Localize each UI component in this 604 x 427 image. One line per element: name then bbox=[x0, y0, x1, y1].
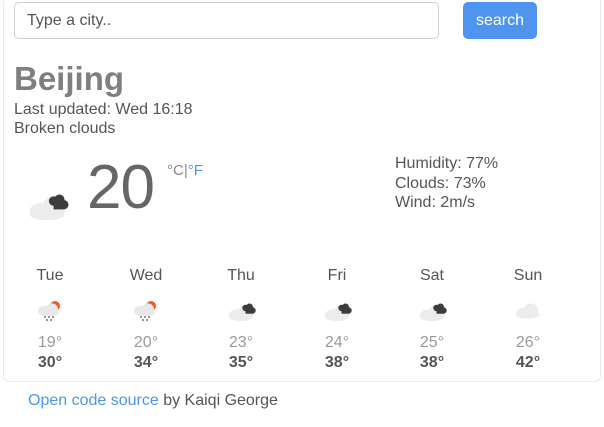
broken-clouds-icon bbox=[229, 303, 256, 321]
clouds-text: Clouds: 73% bbox=[395, 174, 486, 192]
fahrenheit-toggle[interactable]: °F bbox=[188, 162, 203, 179]
forecast-day-name: Sat bbox=[419, 267, 444, 284]
forecast-max-temp: 38° bbox=[324, 354, 350, 371]
rain-icon bbox=[38, 301, 60, 321]
forecast-min-temp: 19° bbox=[37, 334, 63, 351]
forecast-min-temp: 20° bbox=[133, 334, 159, 351]
forecast-day-name: Tue bbox=[36, 267, 64, 284]
forecast-day: Thu 23° 35° bbox=[206, 266, 276, 373]
celsius-toggle[interactable]: °C bbox=[167, 162, 184, 179]
footer: Open code source by Kaiqi George bbox=[28, 391, 278, 411]
broken-clouds-icon bbox=[325, 303, 352, 321]
last-updated-text: Last updated: Wed 16:18 bbox=[14, 101, 193, 118]
forecast-max-temp: 42° bbox=[515, 354, 541, 371]
forecast-min-temp: 25° bbox=[419, 334, 445, 351]
current-temperature: 20 bbox=[87, 153, 155, 222]
forecast-day: Sun 26° 42° bbox=[493, 266, 563, 373]
forecast-day: Tue 19° 30° bbox=[15, 266, 85, 373]
humidity-text: Humidity: 77% bbox=[395, 155, 499, 172]
forecast-day: Fri 24° 38° bbox=[302, 266, 372, 373]
search-button[interactable]: search bbox=[463, 2, 537, 39]
forecast-day: Wed 20° 34° bbox=[111, 266, 181, 373]
forecast-min-temp: 24° bbox=[324, 334, 350, 351]
forecast-max-temp: 35° bbox=[228, 354, 254, 371]
forecast-day-name: Wed bbox=[129, 267, 163, 284]
footer-author: by Kaiqi George bbox=[158, 392, 278, 409]
weather-description: Broken clouds bbox=[14, 120, 116, 137]
open-code-source-link[interactable]: Open code source bbox=[28, 392, 159, 409]
broken-clouds-icon bbox=[420, 303, 447, 321]
broken-clouds-icon bbox=[29, 194, 69, 221]
forecast-day-name: Thu bbox=[227, 267, 255, 284]
forecast-max-temp: 38° bbox=[419, 354, 445, 371]
rain-icon bbox=[134, 301, 156, 321]
city-name: Beijing bbox=[14, 60, 125, 97]
cloud-icon bbox=[516, 303, 540, 319]
unit-toggle: °C|°F bbox=[167, 162, 203, 180]
city-search-input[interactable] bbox=[14, 2, 439, 39]
wind-text: Wind: 2m/s bbox=[395, 194, 476, 211]
forecast-min-temp: 23° bbox=[228, 334, 254, 351]
forecast-day: Sat 25° 38° bbox=[397, 266, 467, 373]
forecast-day-name: Sun bbox=[513, 267, 543, 284]
weather-details: Humidity: 77% Clouds: 73% Wind: 2m/s bbox=[395, 154, 498, 213]
forecast-max-temp: 30° bbox=[37, 354, 63, 371]
forecast-max-temp: 34° bbox=[133, 354, 159, 371]
forecast-day-name: Fri bbox=[327, 267, 347, 284]
forecast-min-temp: 26° bbox=[515, 334, 541, 351]
